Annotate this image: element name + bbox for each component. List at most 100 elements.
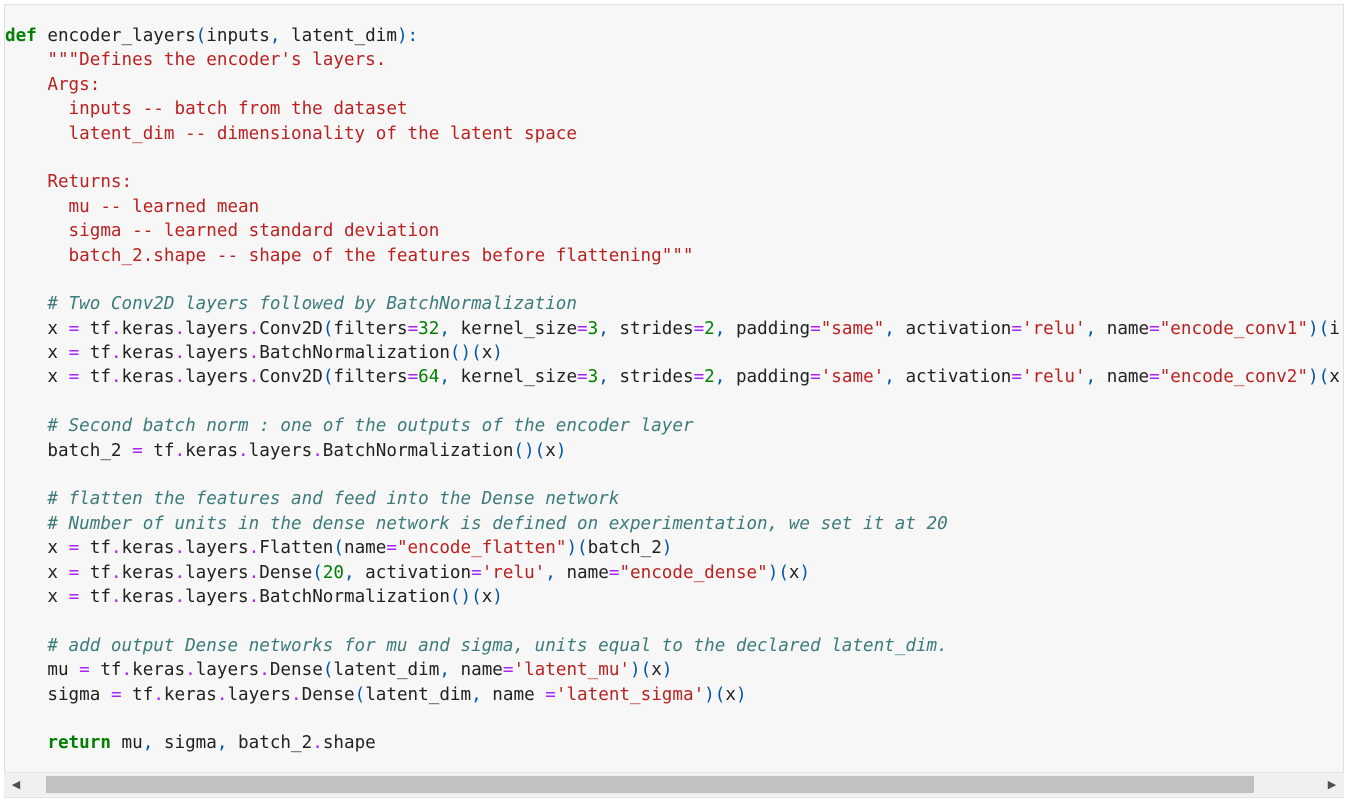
code-token: , [269, 26, 281, 46]
code-token: , [439, 660, 450, 681]
code-token: tf [79, 343, 111, 364]
code-token: name [481, 684, 546, 705]
code-token: . [110, 318, 122, 339]
code-token: tf [79, 318, 111, 339]
code-token: mu -- learned mean [5, 196, 260, 217]
code-token: x [481, 586, 493, 607]
code-token: ): [396, 26, 419, 46]
code-token: latent_dim -- dimensionality of the late… [5, 123, 577, 144]
code-token: padding [725, 318, 811, 339]
code-token: Dense [269, 660, 323, 681]
code-token: """Defines the encoder's layers. [5, 50, 387, 71]
code-token: keras [121, 586, 175, 607]
code-token: x [5, 318, 69, 339]
code-token: . [259, 660, 270, 681]
code-token: name [1096, 318, 1150, 339]
code-token: = [577, 367, 588, 388]
code-token: 'same' [820, 367, 885, 388]
code-token: ( [195, 26, 207, 46]
code-token: , [598, 318, 609, 339]
code-token: . [248, 367, 260, 388]
code-token: ( [312, 562, 323, 583]
code-line: # flatten the features and feed into the… [5, 487, 1340, 511]
code-token: . [174, 367, 186, 388]
code-token: inputs -- batch from the dataset [5, 99, 408, 120]
code-token: , [439, 318, 450, 339]
code-token: sigma [5, 684, 111, 705]
code-token: = [693, 367, 705, 388]
code-line: latent_dim -- dimensionality of the late… [5, 122, 1340, 146]
code-token: = [471, 562, 482, 583]
code-token: . [174, 538, 186, 559]
code-token: ( [322, 318, 334, 339]
code-token: keras [121, 538, 175, 559]
code-token: . [174, 318, 186, 339]
code-line: mu = tf.keras.layers.Dense(latent_dim, n… [5, 658, 1340, 682]
code-token: keras [121, 367, 175, 388]
code-token: layers [248, 440, 313, 461]
code-token: strides [608, 367, 694, 388]
code-token: x [5, 562, 69, 583]
code-token: . [185, 660, 196, 681]
code-token: , [545, 562, 556, 583]
code-token: 32 [418, 318, 440, 339]
scroll-right-arrow-icon[interactable]: ▶ [1320, 773, 1344, 796]
code-token: kernel_size [449, 367, 578, 388]
code-token: strides [608, 318, 694, 339]
code-token: layers [185, 367, 249, 388]
code-token: , [884, 318, 895, 339]
code-token: = [577, 318, 588, 339]
code-line: sigma = tf.keras.layers.Dense(latent_dim… [5, 683, 1340, 707]
code-token: ) [735, 684, 747, 705]
code-token: 64 [418, 367, 440, 388]
code-token: . [248, 562, 260, 583]
code-token: . [312, 733, 323, 754]
code-token: x [5, 367, 69, 388]
code-token: = [79, 660, 90, 681]
code-token: x [545, 440, 556, 461]
code-token: name [1096, 367, 1150, 388]
code-token: tf [89, 660, 122, 681]
code-token: ( [354, 684, 366, 705]
code-token: . [110, 586, 122, 607]
code-token: ( [333, 538, 344, 559]
code-token: padding [725, 367, 811, 388]
code-token: = [545, 684, 556, 705]
code-line: x = tf.keras.layers.BatchNormalization()… [5, 341, 1340, 365]
code-editor[interactable]: def encoder_layers(inputs, latent_dim): … [5, 24, 1340, 756]
code-token: . [110, 343, 122, 364]
code-token: x [1329, 367, 1340, 388]
code-token: . [248, 318, 260, 339]
code-token: x [5, 586, 69, 607]
code-token: batch_2 [5, 440, 133, 461]
code-token: = [1149, 318, 1160, 339]
code-token: = [68, 586, 80, 607]
code-token: tf [79, 586, 111, 607]
scrollbar-thumb[interactable] [46, 776, 1254, 793]
code-token: "encode_conv1" [1159, 318, 1308, 339]
code-token: mu [110, 733, 143, 754]
code-token: BatchNormalization [259, 343, 450, 364]
code-cell[interactable]: def encoder_layers(inputs, latent_dim): … [4, 4, 1344, 798]
code-token: ()( [449, 343, 482, 364]
code-token: = [68, 367, 80, 388]
scroll-left-arrow-icon[interactable]: ◀ [4, 773, 28, 796]
code-token: . [110, 562, 122, 583]
code-token: ( [322, 660, 334, 681]
code-token: . [291, 684, 302, 705]
code-token: # Second batch norm : one of the outputs… [47, 416, 694, 437]
code-token: mu [5, 660, 80, 681]
code-token: keras [185, 440, 239, 461]
code-token: = [1149, 367, 1160, 388]
code-token: = [1011, 318, 1022, 339]
horizontal-scrollbar[interactable]: ◀ ▶ [4, 772, 1344, 796]
code-line: # add output Dense networks for mu and s… [5, 634, 1340, 658]
code-token: 'relu' [481, 562, 546, 583]
code-token: x [5, 343, 69, 364]
